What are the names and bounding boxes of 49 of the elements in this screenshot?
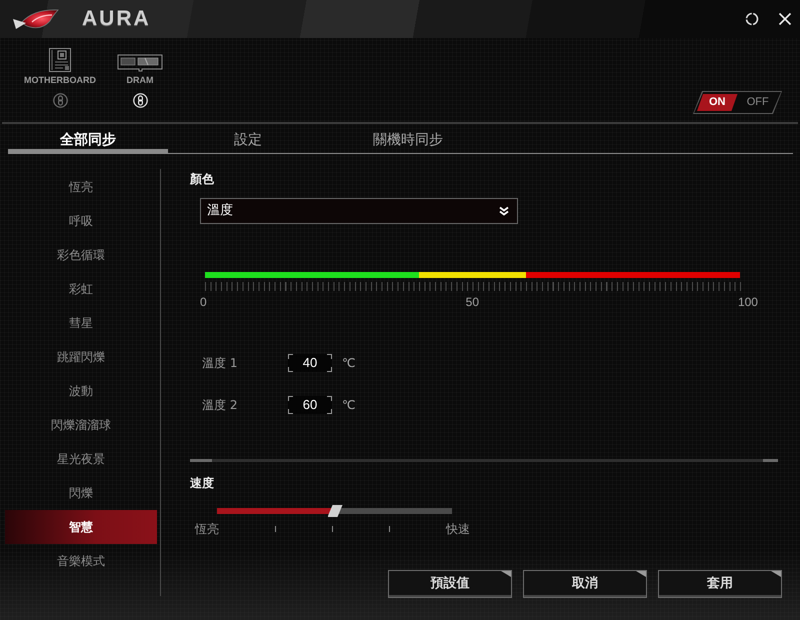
device-label: MOTHERBOARD — [24, 75, 96, 86]
motherboard-icon[interactable] — [46, 48, 74, 72]
power-switch[interactable]: ON OFF — [693, 91, 782, 114]
color-dropdown[interactable]: 溫度 — [200, 198, 518, 224]
slider-min-label: 恆亮 — [195, 521, 219, 537]
temperature-label: 溫度 2 — [202, 397, 238, 414]
temperature-field[interactable]: 60 — [288, 396, 332, 414]
temperature-field[interactable]: 40 — [288, 354, 332, 372]
effect-item[interactable]: 恆亮 — [5, 170, 157, 204]
effect-item[interactable]: 跳躍閃爍 — [5, 340, 157, 374]
effect-item[interactable]: 波動 — [5, 374, 157, 408]
apply-button[interactable]: 套用 — [658, 570, 782, 598]
effect-item[interactable]: 閃爍溜溜球 — [5, 408, 157, 442]
switch-off-option[interactable]: OFF — [738, 94, 778, 111]
defaults-button[interactable]: 預設值 — [388, 570, 512, 598]
close-icon[interactable] — [778, 12, 792, 26]
tab[interactable]: 關機時同步 — [328, 124, 488, 153]
slider-thumb[interactable] — [328, 505, 342, 517]
switch-on-option[interactable]: ON — [697, 94, 738, 111]
tab[interactable]: 設定 — [168, 124, 328, 153]
tick-mark-icon — [275, 526, 276, 532]
tick-mark-icon — [332, 526, 333, 532]
effect-item[interactable]: 閃爍 — [5, 476, 157, 510]
effect-item[interactable]: 星光夜景 — [5, 442, 157, 476]
unit-label: ℃ — [342, 397, 356, 414]
app-title: AURA — [82, 7, 151, 31]
slider-max-label: 快速 — [446, 521, 470, 537]
double-chevron-icon — [499, 206, 509, 216]
cancel-button[interactable]: 取消 — [523, 570, 647, 598]
tick-mark-icon — [389, 526, 390, 532]
scale-label: 50 — [466, 294, 479, 310]
tab[interactable]: 全部同步 — [8, 124, 168, 153]
logo-icon — [12, 7, 60, 31]
effect-item[interactable]: 音樂模式 — [5, 544, 157, 578]
effect-item[interactable]: 彗星 — [5, 306, 157, 340]
effect-item[interactable]: 智慧 — [5, 510, 157, 544]
refresh-icon[interactable] — [745, 12, 759, 26]
section-label: 速度 — [190, 475, 214, 491]
memory-stick-icon[interactable] — [117, 54, 163, 72]
temperature-label: 溫度 1 — [202, 355, 238, 372]
section-label: 顏色 — [190, 171, 214, 187]
unit-label: ℃ — [342, 355, 356, 372]
effect-item[interactable]: 呼吸 — [5, 204, 157, 238]
effect-item[interactable]: 彩色循環 — [5, 238, 157, 272]
scale-label: 0 — [200, 294, 207, 310]
speed-slider[interactable] — [217, 505, 452, 517]
device-label: DRAM — [126, 75, 154, 86]
effect-item[interactable]: 彩虹 — [5, 272, 157, 306]
scale-label: 100 — [738, 294, 758, 310]
